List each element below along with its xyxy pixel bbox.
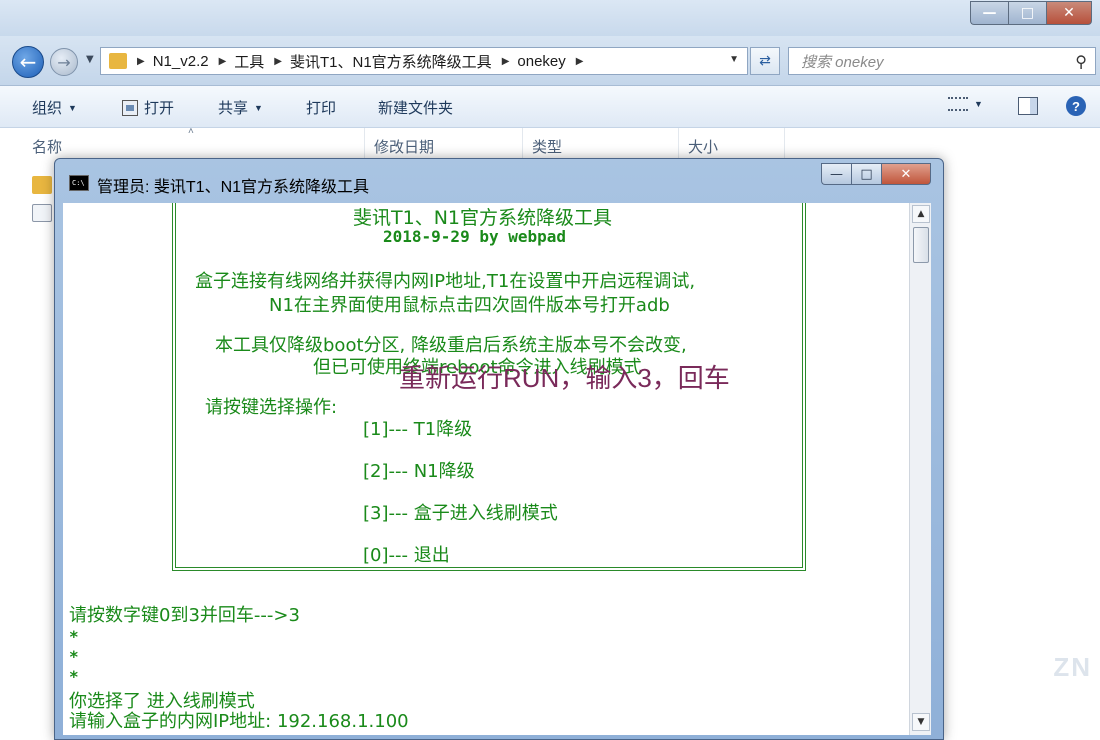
progress-star-2: * (69, 647, 79, 666)
organize-label: 组织 (32, 100, 63, 117)
close-button[interactable]: ✕ (1046, 1, 1092, 25)
input-prompt: 请按数字键0到3并回车--->3 (69, 605, 300, 626)
back-button[interactable]: ← (12, 46, 44, 78)
chevron-down-icon: ▼ (974, 99, 983, 109)
scroll-down-arrow-icon[interactable]: ▼ (912, 713, 930, 731)
chevron-right-icon[interactable]: ▶ (502, 56, 510, 67)
column-date[interactable]: 修改日期 (374, 136, 434, 157)
chevron-down-icon: ▼ (254, 102, 263, 113)
column-divider[interactable] (364, 128, 365, 162)
print-label: 打印 (306, 100, 337, 117)
column-divider[interactable] (784, 128, 785, 162)
file-icon[interactable] (32, 204, 52, 222)
new-folder-label: 新建文件夹 (378, 100, 454, 117)
chevron-right-icon[interactable]: ▶ (137, 56, 145, 67)
console-title: 管理员: 斐讯T1、N1官方系统降级工具 (97, 179, 370, 196)
search-icon[interactable]: ⚲ (1075, 52, 1087, 72)
header-date: 2018-9-29 by webpad (383, 227, 567, 246)
option-1: [1]--- T1降级 (363, 419, 473, 440)
progress-star-3: * (69, 667, 79, 686)
view-list-icon (948, 97, 968, 111)
address-dropdown-icon[interactable]: ▼ (729, 54, 739, 65)
minimize-button[interactable]: — (970, 1, 1008, 25)
info-line-1: 盒子连接有线网络并获得内网IP地址,T1在设置中开启远程调试, (195, 271, 696, 292)
column-header-row: ˄ 名称 修改日期 类型 大小 (0, 126, 1100, 162)
progress-star-1: * (69, 627, 79, 646)
option-0: [0]--- 退出 (363, 545, 450, 566)
column-size[interactable]: 大小 (688, 136, 718, 157)
breadcrumb-item[interactable]: onekey (517, 53, 565, 70)
help-icon: ? (1066, 96, 1086, 116)
explorer-titlebar: — □ ✕ (0, 0, 1100, 36)
new-folder-button[interactable]: 新建文件夹 (378, 97, 453, 118)
option-2: [2]--- N1降级 (363, 461, 475, 482)
breadcrumb-item[interactable]: 工具 (234, 51, 264, 72)
console-app-icon: C:\ (69, 175, 89, 191)
help-button[interactable]: ? (1066, 96, 1086, 116)
console-minimize-button[interactable]: — (821, 163, 851, 185)
console-window: C:\ 管理员: 斐讯T1、N1官方系统降级工具 — □ ✕ 斐讯T1、N1官方… (54, 158, 944, 740)
preview-pane-icon (1018, 97, 1038, 115)
print-button[interactable]: 打印 (306, 97, 336, 118)
folder-icon (109, 53, 127, 69)
console-output[interactable]: 斐讯T1、N1官方系统降级工具 2018-9-29 by webpad 盒子连接… (63, 203, 909, 735)
option-3: [3]--- 盒子进入线刷模式 (363, 503, 558, 524)
command-bar: 组织 ▼ 打开 共享 ▼ 打印 新建文件夹 ▼ ? (0, 86, 1100, 128)
console-close-button[interactable]: ✕ (881, 163, 931, 185)
breadcrumb-item[interactable]: 斐讯T1、N1官方系统降级工具 (290, 51, 492, 72)
open-button[interactable]: 打开 (122, 97, 174, 118)
console-caption-buttons: — □ ✕ (821, 163, 931, 185)
scroll-up-arrow-icon[interactable]: ▲ (912, 205, 930, 223)
search-input[interactable]: 搜索 onekey ⚲ (788, 47, 1096, 75)
sort-ascending-icon: ˄ (188, 126, 194, 137)
open-label: 打开 (144, 100, 175, 117)
scroll-thumb[interactable] (913, 227, 929, 263)
ip-input-line[interactable]: 请输入盒子的内网IP地址: 192.168.1.100 (69, 707, 409, 733)
breadcrumb-item[interactable]: N1_v2.2 (153, 53, 209, 70)
share-menu[interactable]: 共享 ▼ (218, 97, 263, 118)
header-title: 斐讯T1、N1官方系统降级工具 (353, 207, 612, 229)
info-line-2: N1在主界面使用鼠标点击四次固件版本号打开adb (269, 295, 670, 316)
address-bar[interactable]: ▶ N1_v2.2 ▶ 工具 ▶ 斐讯T1、N1官方系统降级工具 ▶ oneke… (100, 47, 748, 75)
organize-menu[interactable]: 组织 ▼ (32, 97, 77, 118)
search-placeholder: 搜索 onekey (801, 53, 884, 71)
chevron-right-icon[interactable]: ▶ (274, 56, 282, 67)
column-divider[interactable] (678, 128, 679, 162)
chevron-down-icon: ▼ (68, 102, 77, 113)
recent-pages-dropdown-icon[interactable]: ▼ (86, 54, 94, 65)
column-name[interactable]: 名称 (32, 136, 62, 157)
share-label: 共享 (218, 100, 249, 117)
forward-button[interactable]: → (50, 48, 78, 76)
chevron-right-icon[interactable]: ▶ (576, 56, 584, 67)
chevron-right-icon[interactable]: ▶ (219, 56, 227, 67)
watermark: ZN (1053, 652, 1092, 682)
column-divider[interactable] (522, 128, 523, 162)
open-icon (122, 99, 138, 116)
refresh-button[interactable]: ⇄ (750, 47, 780, 75)
view-options-button[interactable]: ▼ (948, 97, 983, 111)
console-titlebar[interactable]: C:\ 管理员: 斐讯T1、N1官方系统降级工具 — □ ✕ (55, 159, 943, 203)
vertical-scrollbar[interactable]: ▲ ▼ (909, 203, 931, 735)
column-type[interactable]: 类型 (532, 136, 562, 157)
navigation-bar: ← → ▼ ▶ N1_v2.2 ▶ 工具 ▶ 斐讯T1、N1官方系统降级工具 ▶… (0, 36, 1100, 86)
console-maximize-button[interactable]: □ (851, 163, 881, 185)
window-caption-buttons: — □ ✕ (970, 1, 1092, 25)
file-list (32, 176, 52, 232)
annotation-overlay: 重新运行RUN，输入3，回车 (399, 363, 730, 393)
folder-icon[interactable] (32, 176, 52, 194)
preview-pane-button[interactable] (1018, 97, 1038, 115)
select-prompt: 请按键选择操作: (205, 397, 338, 418)
maximize-button[interactable]: □ (1008, 1, 1046, 25)
